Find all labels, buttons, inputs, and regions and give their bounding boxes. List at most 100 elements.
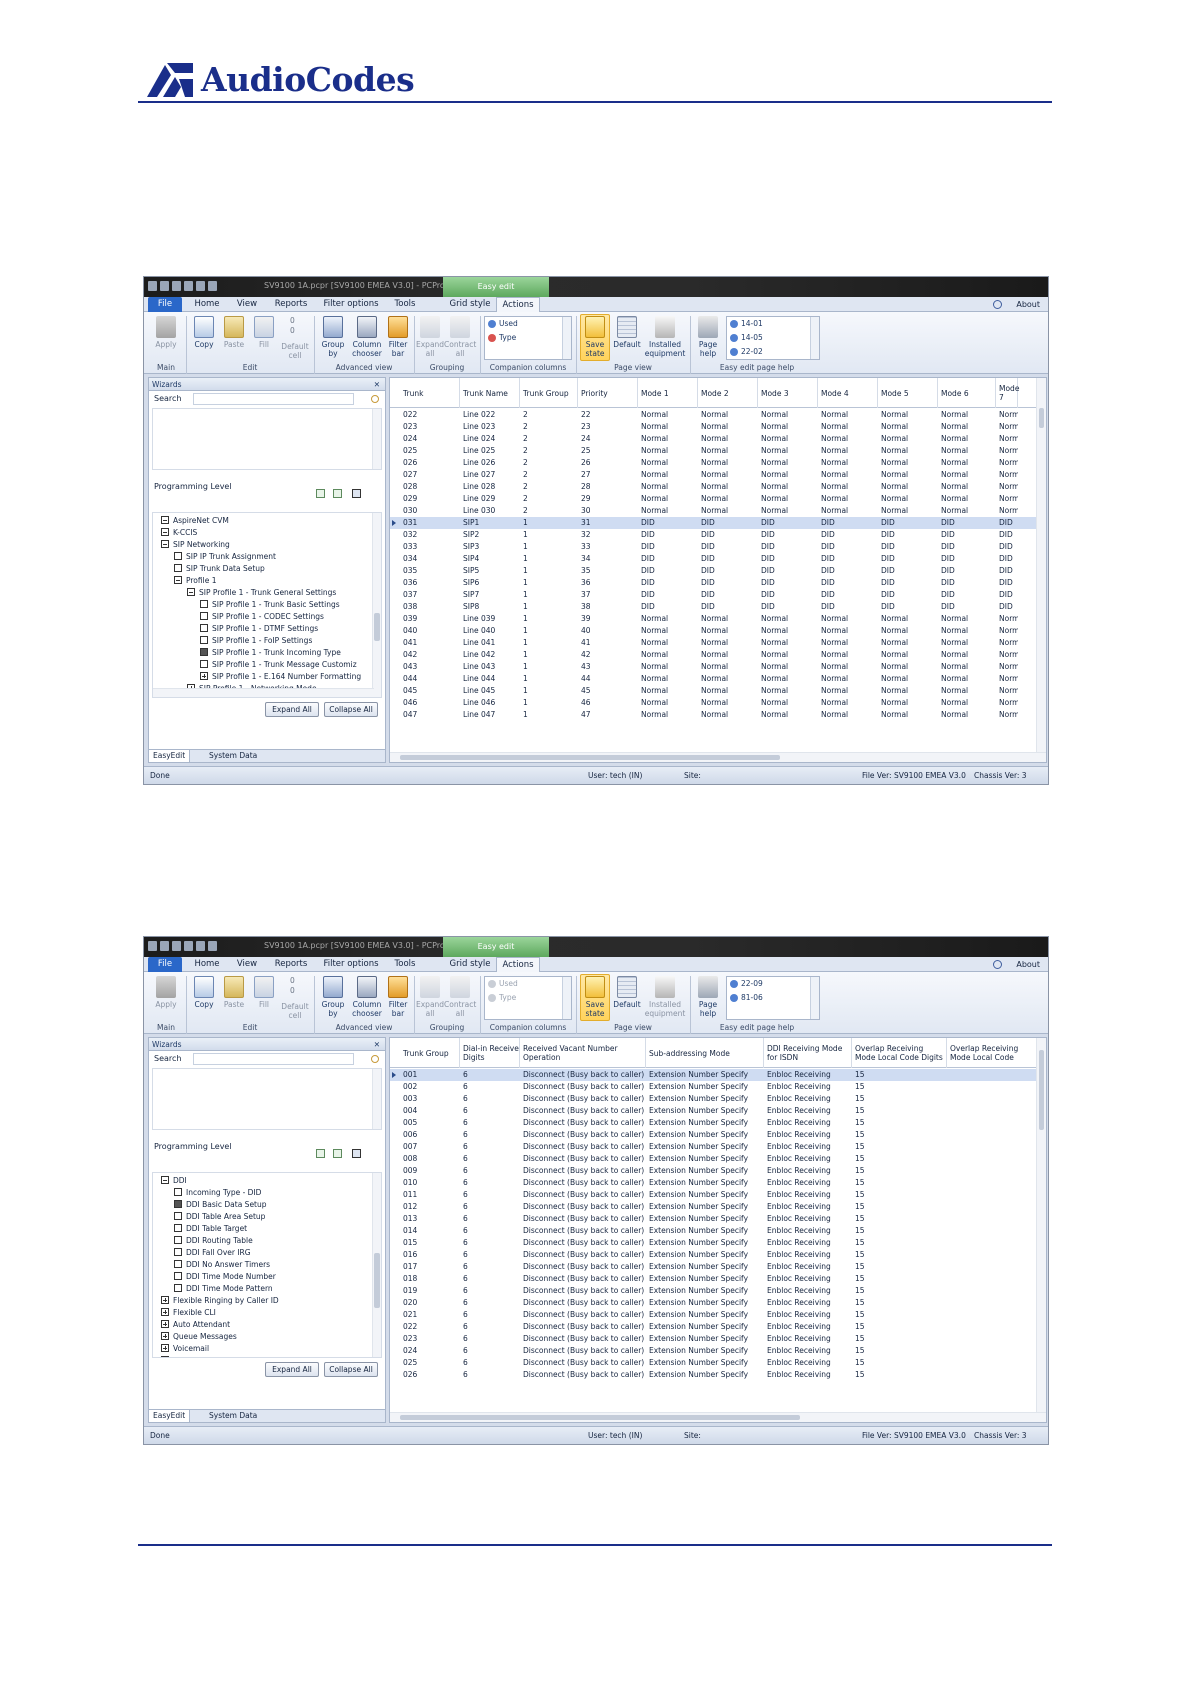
table-cell[interactable]: 15 [852,1309,947,1321]
table-row[interactable]: 030 Line 030 2 30 Normal Normal Normal Normal No… [390,505,1038,517]
table-cell[interactable]: Enbloc Receiving [764,1189,852,1201]
checkbox-icon[interactable] [174,1260,182,1268]
tree-item[interactable]: SIP Profile 1 - DTMF Settings [200,623,318,635]
table-cell[interactable]: 6 [460,1321,520,1333]
table-cell[interactable]: Line 027 [460,469,520,481]
table-cell[interactable]: Enbloc Receiving [764,1285,852,1297]
table-cell[interactable]: Extension Number Specify [646,1069,764,1081]
checkbox-icon[interactable] [200,660,208,668]
table-cell[interactable]: 33 [578,541,638,553]
table-cell[interactable]: 030 [400,505,460,517]
table-cell[interactable]: Line 042 [460,649,520,661]
table-cell[interactable]: DID [818,565,878,577]
companion-columns-list[interactable]: Used Type [484,976,572,1020]
table-cell[interactable]: DID [996,565,1018,577]
table-cell[interactable]: 15 [852,1273,947,1285]
tab-reports[interactable]: Reports [268,957,314,972]
table-cell[interactable]: Disconnect (Busy back to caller) [520,1129,646,1141]
table-cell[interactable]: DID [878,577,938,589]
table-cell[interactable]: DID [698,589,758,601]
table-cell[interactable]: 6 [460,1261,520,1273]
table-cell[interactable]: Extension Number Specify [646,1333,764,1345]
table-cell[interactable]: Line 025 [460,445,520,457]
table-cell[interactable]: Normal [878,697,938,709]
table-cell[interactable]: 022 [400,409,460,421]
table-cell[interactable]: Enbloc Receiving [764,1105,852,1117]
default-view-button[interactable]: Default [612,976,642,1009]
table-cell[interactable]: Normal [878,433,938,445]
table-cell[interactable]: Normal [638,637,698,649]
table-cell[interactable]: Normal [938,673,996,685]
collapse-icon[interactable] [187,588,195,596]
level-advanced-icon[interactable] [352,489,361,498]
table-cell[interactable]: Disconnect (Busy back to caller) [520,1081,646,1093]
table-cell[interactable]: DID [938,589,996,601]
table-cell[interactable]: Normal [758,421,818,433]
table-cell[interactable]: Line 028 [460,481,520,493]
table-cell[interactable]: Disconnect (Busy back to caller) [520,1201,646,1213]
table-cell[interactable]: Extension Number Specify [646,1297,764,1309]
table-cell[interactable]: Extension Number Specify [646,1081,764,1093]
table-cell[interactable]: Normal [938,421,996,433]
table-cell[interactable]: SIP7 [460,589,520,601]
table-cell[interactable]: 042 [400,649,460,661]
table-cell[interactable]: Normal [698,685,758,697]
column-header[interactable]: Mode 2 [698,378,758,408]
table-row[interactable]: 046 Line 046 1 46 Normal Normal Normal Normal No… [390,697,1038,709]
table-row[interactable]: 009 6 Disconnect (Busy back to caller) Exte… [390,1165,1038,1177]
table-cell[interactable]: DID [758,553,818,565]
table-cell[interactable] [947,1333,1038,1345]
table-cell[interactable]: Normal [758,625,818,637]
search-input[interactable] [193,393,354,405]
table-cell[interactable]: 35 [578,565,638,577]
table-cell[interactable] [947,1273,1038,1285]
table-cell[interactable]: Disconnect (Busy back to caller) [520,1345,646,1357]
table-cell[interactable]: 015 [400,1237,460,1249]
column-header[interactable]: Trunk Name [460,378,520,408]
table-cell[interactable]: Normal [996,421,1018,433]
table-cell[interactable]: 6 [460,1177,520,1189]
table-cell[interactable] [947,1249,1038,1261]
table-cell[interactable]: 035 [400,565,460,577]
table-cell[interactable] [947,1177,1038,1189]
table-cell[interactable]: 040 [400,625,460,637]
group-by-button[interactable]: Group by [318,976,348,1018]
tab-grid-style[interactable]: Grid style [448,297,492,312]
table-cell[interactable]: 019 [400,1285,460,1297]
table-cell[interactable]: Disconnect (Busy back to caller) [520,1105,646,1117]
collapse-icon[interactable] [161,540,169,548]
table-cell[interactable]: Extension Number Specify [646,1189,764,1201]
table-cell[interactable]: 15 [852,1153,947,1165]
table-cell[interactable]: Normal [758,457,818,469]
table-cell[interactable]: 47 [578,709,638,721]
page-help-button[interactable]: Page help [694,316,722,358]
table-cell[interactable]: Normal [638,505,698,517]
table-cell[interactable]: 001 [400,1069,460,1081]
table-cell[interactable]: 022 [400,1321,460,1333]
table-cell[interactable]: 023 [400,1333,460,1345]
table-row[interactable]: 026 6 Disconnect (Busy back to caller) Exte… [390,1369,1038,1381]
table-cell[interactable]: 22 [578,409,638,421]
table-cell[interactable]: DID [996,541,1018,553]
tab-tools[interactable]: Tools [388,957,422,972]
table-cell[interactable]: 013 [400,1213,460,1225]
table-cell[interactable]: 41 [578,637,638,649]
table-cell[interactable]: Normal [758,661,818,673]
table-cell[interactable]: 012 [400,1201,460,1213]
column-header[interactable]: Mode 7 [996,378,1019,408]
table-cell[interactable]: Normal [878,685,938,697]
table-cell[interactable]: Enbloc Receiving [764,1249,852,1261]
table-cell[interactable]: 6 [460,1117,520,1129]
table-cell[interactable]: Disconnect (Busy back to caller) [520,1261,646,1273]
table-row[interactable]: 010 6 Disconnect (Busy back to caller) Exte… [390,1177,1038,1189]
table-cell[interactable]: Normal [758,697,818,709]
table-cell[interactable]: Normal [818,685,878,697]
table-cell[interactable]: Extension Number Specify [646,1177,764,1189]
table-row[interactable]: 016 6 Disconnect (Busy back to caller) Exte… [390,1249,1038,1261]
table-cell[interactable]: Disconnect (Busy back to caller) [520,1093,646,1105]
table-cell[interactable]: 42 [578,649,638,661]
table-cell[interactable]: Normal [638,709,698,721]
table-cell[interactable]: DID [878,565,938,577]
expand-icon[interactable] [161,1356,169,1357]
table-row[interactable]: 038 SIP8 1 38 DID DID DID DID DID DID DID [390,601,1038,613]
